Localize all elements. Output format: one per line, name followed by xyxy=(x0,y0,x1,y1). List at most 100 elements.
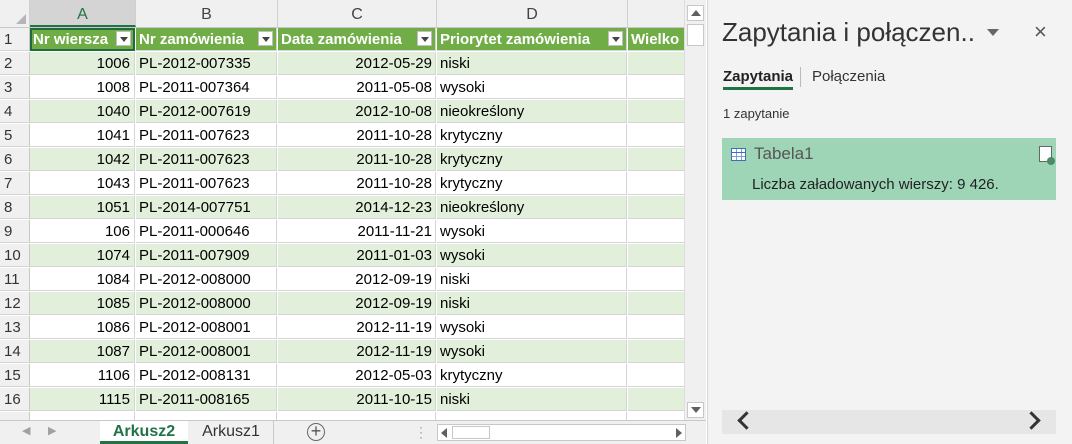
table-cell[interactable]: PL-2011-007623 xyxy=(136,148,277,171)
column-header-b[interactable]: B xyxy=(136,0,278,27)
table-cell[interactable]: wysoki xyxy=(437,76,627,99)
table-cell[interactable]: PL-2014-007751 xyxy=(136,196,277,219)
table-cell[interactable]: 2014-12-23 xyxy=(278,196,436,219)
table-cell[interactable] xyxy=(628,196,684,219)
table-cell[interactable]: 1084 xyxy=(30,268,135,291)
horizontal-scrollbar[interactable] xyxy=(437,424,686,441)
row-header[interactable]: 13 xyxy=(0,316,30,339)
row-header[interactable]: 1 xyxy=(0,28,30,51)
table-cell[interactable]: 2011-10-28 xyxy=(278,124,436,147)
column-header-e[interactable] xyxy=(628,0,684,27)
table-cell[interactable] xyxy=(628,292,684,315)
chevron-down-icon[interactable] xyxy=(987,29,999,36)
scroll-right-icon[interactable] xyxy=(1022,411,1041,430)
row-header[interactable]: 10 xyxy=(0,244,30,267)
table-cell[interactable]: PL-2012-008001 xyxy=(136,316,277,339)
table-cell[interactable] xyxy=(628,340,684,363)
table-cell[interactable]: wysoki xyxy=(437,244,627,267)
table-cell[interactable] xyxy=(628,316,684,339)
row-header[interactable]: 16 xyxy=(0,388,30,411)
row-header[interactable]: 11 xyxy=(0,268,30,291)
table-header-cell[interactable]: Priorytet zamówienia xyxy=(437,28,627,51)
tab-connections[interactable]: Połączenia xyxy=(812,68,885,85)
table-cell[interactable]: 2012-09-19 xyxy=(278,292,436,315)
table-cell[interactable]: PL-2011-007623 xyxy=(136,172,277,195)
table-cell[interactable]: 2011-10-28 xyxy=(278,148,436,171)
table-cell[interactable]: 1041 xyxy=(30,124,135,147)
table-cell[interactable] xyxy=(628,220,684,243)
table-cell[interactable]: 1040 xyxy=(30,100,135,123)
table-cell[interactable]: niski xyxy=(437,292,627,315)
table-cell[interactable]: 2011-05-08 xyxy=(278,76,436,99)
table-header-cell[interactable]: Nr zamówienia xyxy=(136,28,277,51)
filter-dropdown-button[interactable] xyxy=(116,31,131,46)
row-header[interactable]: 7 xyxy=(0,172,30,195)
close-icon[interactable]: × xyxy=(1034,19,1047,45)
table-cell[interactable]: 2012-11-19 xyxy=(278,340,436,363)
table-cell[interactable]: wysoki xyxy=(437,220,627,243)
table-cell[interactable]: 2011-10-15 xyxy=(278,388,436,411)
row-header[interactable]: 4 xyxy=(0,100,30,123)
filter-dropdown-button[interactable] xyxy=(608,31,623,46)
splitter-dots-icon[interactable]: ⋮ xyxy=(414,424,428,441)
select-all-corner[interactable] xyxy=(0,0,30,27)
table-cell[interactable] xyxy=(437,412,627,420)
scroll-right-arrow-icon[interactable] xyxy=(676,428,682,438)
table-cell[interactable]: niski xyxy=(437,388,627,411)
table-cell[interactable]: nieokreślony xyxy=(437,100,627,123)
table-cell[interactable] xyxy=(628,412,684,420)
table-cell[interactable]: PL-2012-008131 xyxy=(136,364,277,387)
table-cell[interactable]: 1051 xyxy=(30,196,135,219)
table-cell[interactable]: 1042 xyxy=(30,148,135,171)
vertical-scrollbar[interactable] xyxy=(684,0,706,420)
row-header[interactable]: 5 xyxy=(0,124,30,147)
table-header-cell[interactable]: Nr wiersza xyxy=(30,28,135,51)
table-cell[interactable]: niski xyxy=(437,52,627,75)
table-cell[interactable] xyxy=(278,412,436,420)
scroll-thumb[interactable] xyxy=(687,24,704,46)
table-cell[interactable] xyxy=(628,244,684,267)
table-cell[interactable] xyxy=(628,124,684,147)
row-header[interactable]: 6 xyxy=(0,148,30,171)
table-cell[interactable]: 1074 xyxy=(30,244,135,267)
refresh-document-icon[interactable] xyxy=(1039,146,1055,165)
table-cell[interactable]: krytyczny xyxy=(437,172,627,195)
table-cell[interactable]: PL-2012-008000 xyxy=(136,292,277,315)
row-header[interactable]: 12 xyxy=(0,292,30,315)
scroll-left-arrow-icon[interactable] xyxy=(441,428,447,438)
table-cell[interactable]: 2012-05-29 xyxy=(278,52,436,75)
row-header[interactable]: 15 xyxy=(0,364,30,387)
table-cell[interactable] xyxy=(30,412,135,420)
scroll-thumb[interactable] xyxy=(452,426,490,439)
table-cell[interactable]: 1008 xyxy=(30,76,135,99)
table-cell[interactable] xyxy=(628,172,684,195)
row-header[interactable]: 2 xyxy=(0,52,30,75)
table-cell[interactable]: 1115 xyxy=(30,388,135,411)
table-cell[interactable]: 1006 xyxy=(30,52,135,75)
table-cell[interactable]: PL-2011-000646 xyxy=(136,220,277,243)
tab-queries[interactable]: Zapytania xyxy=(723,68,794,90)
table-cell[interactable]: 1087 xyxy=(30,340,135,363)
table-header-cell[interactable]: Data zamówienia xyxy=(278,28,436,51)
query-item[interactable]: Tabela1 Liczba załadowanych wierszy: 9 4… xyxy=(722,138,1056,200)
sheet-tab-active[interactable]: Arkusz2 xyxy=(100,421,188,444)
table-cell[interactable]: 1085 xyxy=(30,292,135,315)
prev-sheet-icon[interactable]: ◀ xyxy=(22,424,30,437)
table-cell[interactable]: PL-2012-008000 xyxy=(136,268,277,291)
table-cell[interactable]: niski xyxy=(437,268,627,291)
table-cell[interactable] xyxy=(628,388,684,411)
table-cell[interactable]: krytyczny xyxy=(437,124,627,147)
filter-dropdown-button[interactable] xyxy=(258,31,273,46)
scroll-left-icon[interactable] xyxy=(737,411,756,430)
table-cell[interactable]: PL-2011-007364 xyxy=(136,76,277,99)
table-cell[interactable] xyxy=(136,412,277,420)
table-cell[interactable] xyxy=(628,52,684,75)
next-sheet-icon[interactable]: ▶ xyxy=(48,424,56,437)
table-cell[interactable]: 2011-10-28 xyxy=(278,172,436,195)
table-cell[interactable]: PL-2011-008165 xyxy=(136,388,277,411)
table-cell[interactable]: 2012-11-19 xyxy=(278,316,436,339)
row-header[interactable]: 14 xyxy=(0,340,30,363)
row-header[interactable]: 9 xyxy=(0,220,30,243)
pane-horizontal-scrollbar[interactable] xyxy=(722,410,1056,434)
table-cell[interactable]: 1106 xyxy=(30,364,135,387)
